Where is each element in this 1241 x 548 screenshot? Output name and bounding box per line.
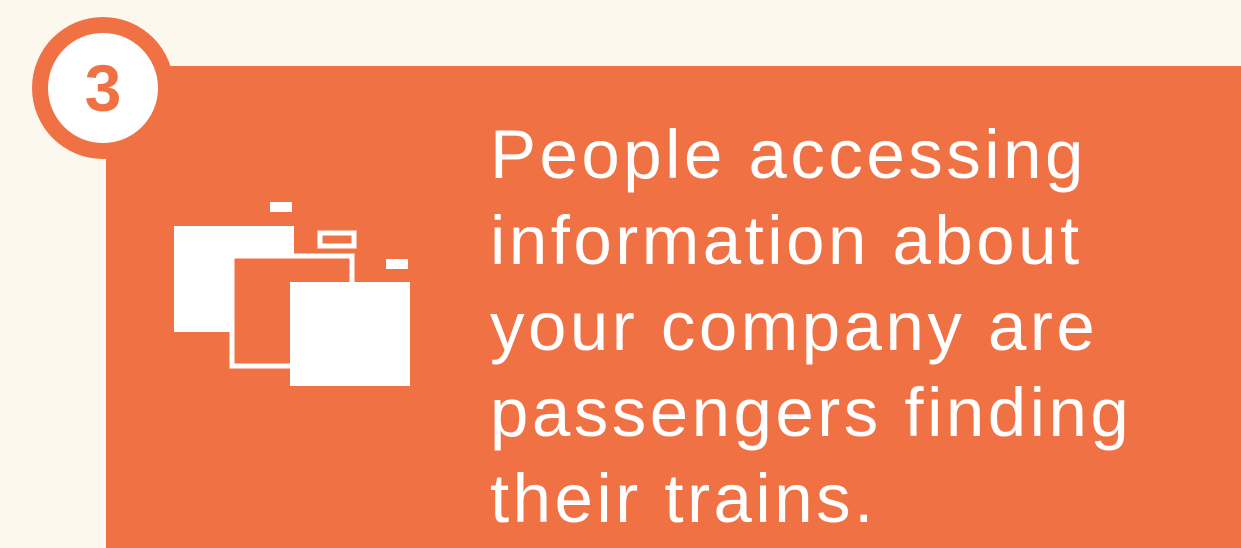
step-badge: 3 — [32, 17, 174, 159]
headline: People accessing information about your … — [490, 112, 1210, 542]
headline-line: passengers finding — [490, 374, 1133, 451]
headline-line: information about — [490, 202, 1083, 279]
headline-line: People accessing — [490, 116, 1087, 193]
headline-line: their trains. — [490, 460, 877, 537]
step-number: 3 — [48, 33, 158, 143]
folders-icon — [174, 202, 410, 386]
headline-line: your company are — [490, 288, 1099, 365]
canvas: 3 People accessing information about you… — [0, 0, 1241, 548]
